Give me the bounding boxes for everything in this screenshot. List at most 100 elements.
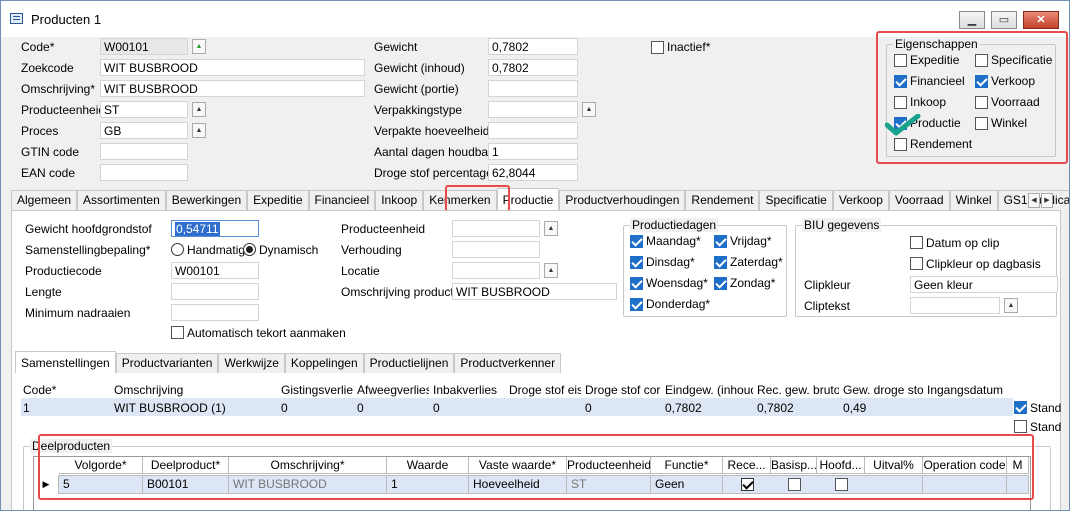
samenstelling-col-header[interactable]: Droge stof corr. [585, 383, 661, 397]
eigenschap-financieel-checkbox[interactable] [894, 75, 907, 88]
cliptekst-lookup-button[interactable]: ▲ [1004, 298, 1018, 313]
deelproduct-col-header[interactable]: Rece... [723, 457, 771, 474]
samenstelling-col-header[interactable]: Gew. droge stof [843, 383, 923, 397]
samenstelling-cell[interactable]: 1 [23, 401, 110, 415]
samenstelling-col-header[interactable]: Code* [23, 383, 110, 397]
dynamisch-radio[interactable] [243, 243, 256, 256]
locatie-field[interactable] [452, 262, 540, 279]
deelproduct-basis-checkbox[interactable] [788, 478, 801, 491]
zoekcode-field[interactable]: WIT BUSBROOD [100, 59, 365, 76]
deelproduct-vaste-cell[interactable]: Hoeveelheid [469, 475, 567, 494]
samenstelling-cell[interactable]: 0 [357, 401, 429, 415]
locatie-lookup-button[interactable]: ▲ [544, 263, 558, 278]
min-nadraaien-field[interactable] [171, 304, 259, 321]
samenstelling-col-header[interactable]: Omschrijving [114, 383, 277, 397]
verpakkingstype-field[interactable] [488, 101, 578, 118]
dag-woensdag-checkbox[interactable] [630, 277, 643, 290]
productiecode-field[interactable]: W00101 [171, 262, 259, 279]
ean-field[interactable] [100, 164, 188, 181]
tab-scroll-left-button[interactable]: ◀ [1028, 193, 1040, 208]
samenstelling-cell[interactable]: 0 [433, 401, 505, 415]
deelproduct-omschrijving-cell[interactable]: WIT BUSBROOD [229, 475, 387, 494]
samenstelling-col-header[interactable]: Ingangsdatum [927, 383, 1009, 397]
samenstelling-cell[interactable]: 0,7802 [665, 401, 753, 415]
tab-productverhoudingen[interactable]: Productverhoudingen [559, 190, 686, 210]
deelproduct-empty-cell[interactable] [865, 475, 923, 494]
gtin-field[interactable] [100, 143, 188, 160]
close-button[interactable]: ✕ [1023, 11, 1059, 29]
clipkleur-field[interactable]: Geen kleur [910, 276, 1058, 293]
dag-zaterdag-checkbox[interactable] [714, 256, 727, 269]
producteenheid-lookup-button[interactable]: ▲ [192, 102, 206, 117]
subtab-productielijnen[interactable]: Productielijnen [363, 353, 455, 373]
producteenheid-field[interactable]: ST [100, 101, 188, 118]
cliptekst-field[interactable] [910, 297, 1000, 314]
prod-producteenheid-field[interactable] [452, 220, 540, 237]
tab-algemeen[interactable]: Algemeen [11, 190, 78, 210]
deelproduct-col-header[interactable]: Operation code [923, 457, 1007, 474]
samenstelling-col-header[interactable]: Eindgew. (inhoud) [665, 383, 753, 397]
eigenschap-verkoop-checkbox[interactable] [975, 75, 988, 88]
deelproduct-col-header[interactable]: M [1007, 457, 1029, 474]
deelproduct-col-header[interactable]: Basisp... [771, 457, 817, 474]
tab-winkel[interactable]: Winkel [949, 190, 998, 210]
dag-donderdag-checkbox[interactable] [630, 298, 643, 311]
deelproduct-col-header[interactable]: Uitval% [865, 457, 923, 474]
verhouding-field[interactable] [452, 241, 540, 258]
tab-financieel[interactable]: Financieel [308, 190, 376, 210]
gewicht-hoofd-field[interactable]: 0,54711 [171, 220, 259, 237]
verpakkingstype-lookup-button[interactable]: ▲ [582, 102, 596, 117]
datum-op-clip-checkbox[interactable] [910, 236, 923, 249]
tab-kenmerken[interactable]: Kenmerken [423, 190, 497, 210]
tab-scroll-right-button[interactable]: ▶ [1041, 193, 1053, 208]
dag-maandag-checkbox[interactable] [630, 235, 643, 248]
stand-checkbox-1[interactable] [1014, 401, 1027, 414]
eigenschap-expeditie-checkbox[interactable] [894, 54, 907, 67]
deelproduct-hoofd-checkbox[interactable] [835, 478, 848, 491]
deelproduct-empty-cell[interactable] [1007, 475, 1029, 494]
deelproduct-empty-cell[interactable] [923, 475, 1007, 494]
samenstelling-cell[interactable]: 0 [281, 401, 353, 415]
proces-lookup-button[interactable]: ▲ [192, 123, 206, 138]
deelproduct-waarde-cell[interactable]: 1 [387, 475, 469, 494]
gewicht-inhoud-field[interactable]: 0,7802 [488, 59, 578, 76]
tab-verkoop[interactable]: Verkoop [832, 190, 889, 210]
eigenschap-specificatie-checkbox[interactable] [975, 54, 988, 67]
eigenschap-voorraad-checkbox[interactable] [975, 96, 988, 109]
deelproduct-col-header[interactable]: Waarde [387, 457, 469, 474]
code-lookup-button[interactable]: ▲ [192, 39, 206, 54]
code-field[interactable]: W00101 [100, 38, 188, 55]
subtab-samenstellingen[interactable]: Samenstellingen [15, 351, 116, 373]
handmatig-radio[interactable] [171, 243, 184, 256]
tab-bewerkingen[interactable]: Bewerkingen [165, 190, 248, 210]
stand-checkbox-2[interactable] [1014, 420, 1027, 433]
samenstelling-col-header[interactable]: Inbakverlies [433, 383, 505, 397]
minimize-button[interactable]: ▁ [959, 11, 985, 29]
tab-rendement[interactable]: Rendement [685, 190, 760, 210]
inactief-checkbox[interactable] [651, 41, 664, 54]
subtab-productverkenner[interactable]: Productverkenner [454, 353, 562, 373]
eigenschap-inkoop-checkbox[interactable] [894, 96, 907, 109]
auto-tekort-checkbox[interactable] [171, 326, 184, 339]
omschrijving-productie-field[interactable]: WIT BUSBROOD [452, 283, 617, 300]
omschrijving-field[interactable]: WIT BUSBROOD [100, 80, 365, 97]
gewicht-portie-field[interactable] [488, 80, 578, 97]
clipkleur-dagbasis-checkbox[interactable] [910, 257, 923, 270]
deelproduct-eenheid-cell[interactable]: ST [567, 475, 651, 494]
proces-field[interactable]: GB [100, 122, 188, 139]
deelproduct-rece-checkbox[interactable] [741, 478, 754, 491]
samenstelling-col-header[interactable]: Gistingsverlies [281, 383, 353, 397]
tab-specificatie[interactable]: Specificatie [759, 190, 833, 210]
tab-productie[interactable]: Productie [496, 188, 560, 210]
verpakte-field[interactable] [488, 122, 578, 139]
drogestof-field[interactable]: 62,8044 [488, 164, 578, 181]
deelproduct-col-header[interactable]: Volgorde* [59, 457, 143, 474]
gewicht-field[interactable]: 0,7802 [488, 38, 578, 55]
deelproduct-col-header[interactable]: Vaste waarde* [469, 457, 567, 474]
prod-producteenheid-lookup-button[interactable]: ▲ [544, 221, 558, 236]
eigenschap-winkel-checkbox[interactable] [975, 117, 988, 130]
eigenschap-rendement-checkbox[interactable] [894, 138, 907, 151]
deelproduct-deelproduct-cell[interactable]: B00101 [143, 475, 229, 494]
dag-vrijdag-checkbox[interactable] [714, 235, 727, 248]
tab-assortimenten[interactable]: Assortimenten [77, 190, 166, 210]
